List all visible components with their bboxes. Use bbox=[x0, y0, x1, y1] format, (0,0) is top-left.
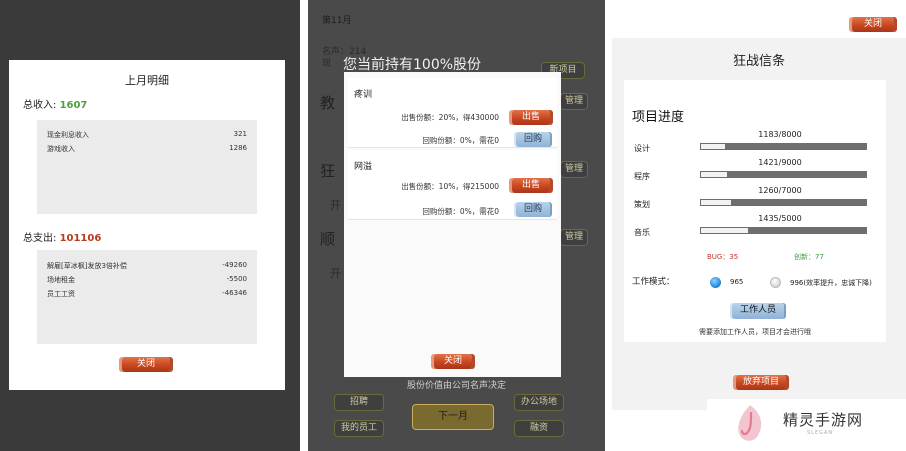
share-value-note: 股份价值由公司名声决定 bbox=[406, 381, 506, 391]
monthly-detail-panel: 上月明细 总收入: 1607 现金利息收入 321 游戏收入 1286 总支出:… bbox=[0, 0, 300, 451]
project-title: 狂战信条 bbox=[732, 54, 785, 69]
manage-button[interactable]: 管理 bbox=[560, 93, 588, 110]
repurchase-button[interactable]: 回购 bbox=[516, 132, 550, 147]
sell-button[interactable]: 出售 bbox=[512, 178, 550, 193]
sell-button[interactable]: 出售 bbox=[512, 110, 550, 125]
watermark-brand: 精灵手游网 bbox=[783, 411, 864, 429]
repurchase-button[interactable]: 回购 bbox=[516, 202, 550, 217]
close-button[interactable]: 关闭 bbox=[852, 17, 894, 32]
progress-row-planning: 1260/7000 策划 bbox=[634, 186, 879, 216]
bug-count: BUG：35 bbox=[707, 253, 739, 261]
cash-label: 现 bbox=[322, 59, 332, 69]
shareholder-name: 疼训 bbox=[354, 90, 373, 100]
progress-row-music: 1435/5000 音乐 bbox=[634, 214, 879, 244]
progress-bar bbox=[700, 227, 867, 234]
expense-summary: 总支出: 101106 bbox=[23, 233, 102, 244]
close-button[interactable]: 关闭 bbox=[434, 354, 472, 369]
staff-hint: 需要添加工作人员，项目才会进行哦 bbox=[699, 328, 811, 336]
dialog-title: 上月明细 bbox=[125, 74, 169, 87]
shares-panel: 第11月 名声：214 现 新项目 教 管理 狂 管理 开 顺 管理 开 您当前… bbox=[308, 0, 605, 451]
watermark: 精灵手游网 SLEGAN bbox=[707, 399, 906, 451]
progress-row-design: 1183/8000 设计 bbox=[634, 130, 879, 160]
progress-bar bbox=[700, 171, 867, 178]
progress-bar bbox=[700, 199, 867, 206]
loan-button[interactable]: 融资 bbox=[514, 420, 564, 437]
watermark-sub: SLEGAN bbox=[807, 430, 834, 436]
radio-965[interactable] bbox=[710, 277, 721, 288]
expense-total: 101106 bbox=[59, 233, 102, 244]
income-total: 1607 bbox=[59, 100, 88, 111]
staff-button[interactable]: 工作人员 bbox=[732, 303, 784, 319]
expense-list: 解雇[草冰枫]发放3倍补偿 -49260 场地租金 -5500 员工工资 -46… bbox=[37, 250, 257, 344]
shareholder-name: 网溢 bbox=[354, 162, 373, 172]
progress-bar bbox=[700, 143, 867, 150]
office-button[interactable]: 办公场地 bbox=[514, 394, 564, 411]
manage-button[interactable]: 管理 bbox=[560, 229, 588, 246]
progress-row-program: 1421/9000 程序 bbox=[634, 158, 879, 188]
close-button[interactable]: 关闭 bbox=[122, 357, 170, 372]
list-item: 游戏收入 1286 bbox=[47, 144, 247, 153]
shareholder-card: 疼训 出售份额：20%，得430000 出售 回购份额：0%，需花0 回购 bbox=[348, 78, 557, 148]
work-mode-label: 工作模式： bbox=[632, 277, 675, 287]
shares-headline: 您当前持有100%股份 bbox=[343, 57, 482, 73]
next-month-button[interactable]: 下一月 bbox=[412, 404, 494, 430]
list-item: 场地租金 -5500 bbox=[47, 275, 247, 284]
radio-996[interactable] bbox=[770, 277, 781, 288]
list-item: 解雇[草冰枫]发放3倍补偿 -49260 bbox=[47, 261, 247, 270]
shareholder-card: 网溢 出售份额：10%，得215000 出售 回购份额：0%，需花0 回购 bbox=[348, 150, 557, 220]
project-panel: 关闭 狂战信条 项目进度 1183/8000 设计 1421/9000 程序 1… bbox=[612, 0, 906, 451]
shares-dialog: 疼训 出售份额：20%，得430000 出售 回购份额：0%，需花0 回购 网溢… bbox=[344, 72, 561, 377]
income-summary: 总收入: 1607 bbox=[23, 100, 88, 111]
monthly-detail-dialog: 上月明细 总收入: 1607 现金利息收入 321 游戏收入 1286 总支出:… bbox=[9, 60, 285, 390]
abandon-project-button[interactable]: 放弃项目 bbox=[736, 375, 786, 390]
recruit-button[interactable]: 招聘 bbox=[334, 394, 384, 411]
project-progress-card: 项目进度 1183/8000 设计 1421/9000 程序 1260/7000… bbox=[624, 80, 886, 342]
manage-button[interactable]: 管理 bbox=[560, 161, 588, 178]
my-staff-button[interactable]: 我的员工 bbox=[334, 420, 384, 437]
list-item: 现金利息收入 321 bbox=[47, 130, 247, 139]
income-list: 现金利息收入 321 游戏收入 1286 bbox=[37, 120, 257, 214]
brand-logo-icon bbox=[738, 405, 762, 441]
list-item: 员工工资 -46346 bbox=[47, 289, 247, 298]
innovation-count: 创新：77 bbox=[794, 253, 824, 261]
progress-heading: 项目进度 bbox=[632, 110, 685, 125]
month-label: 第11月 bbox=[322, 16, 352, 26]
